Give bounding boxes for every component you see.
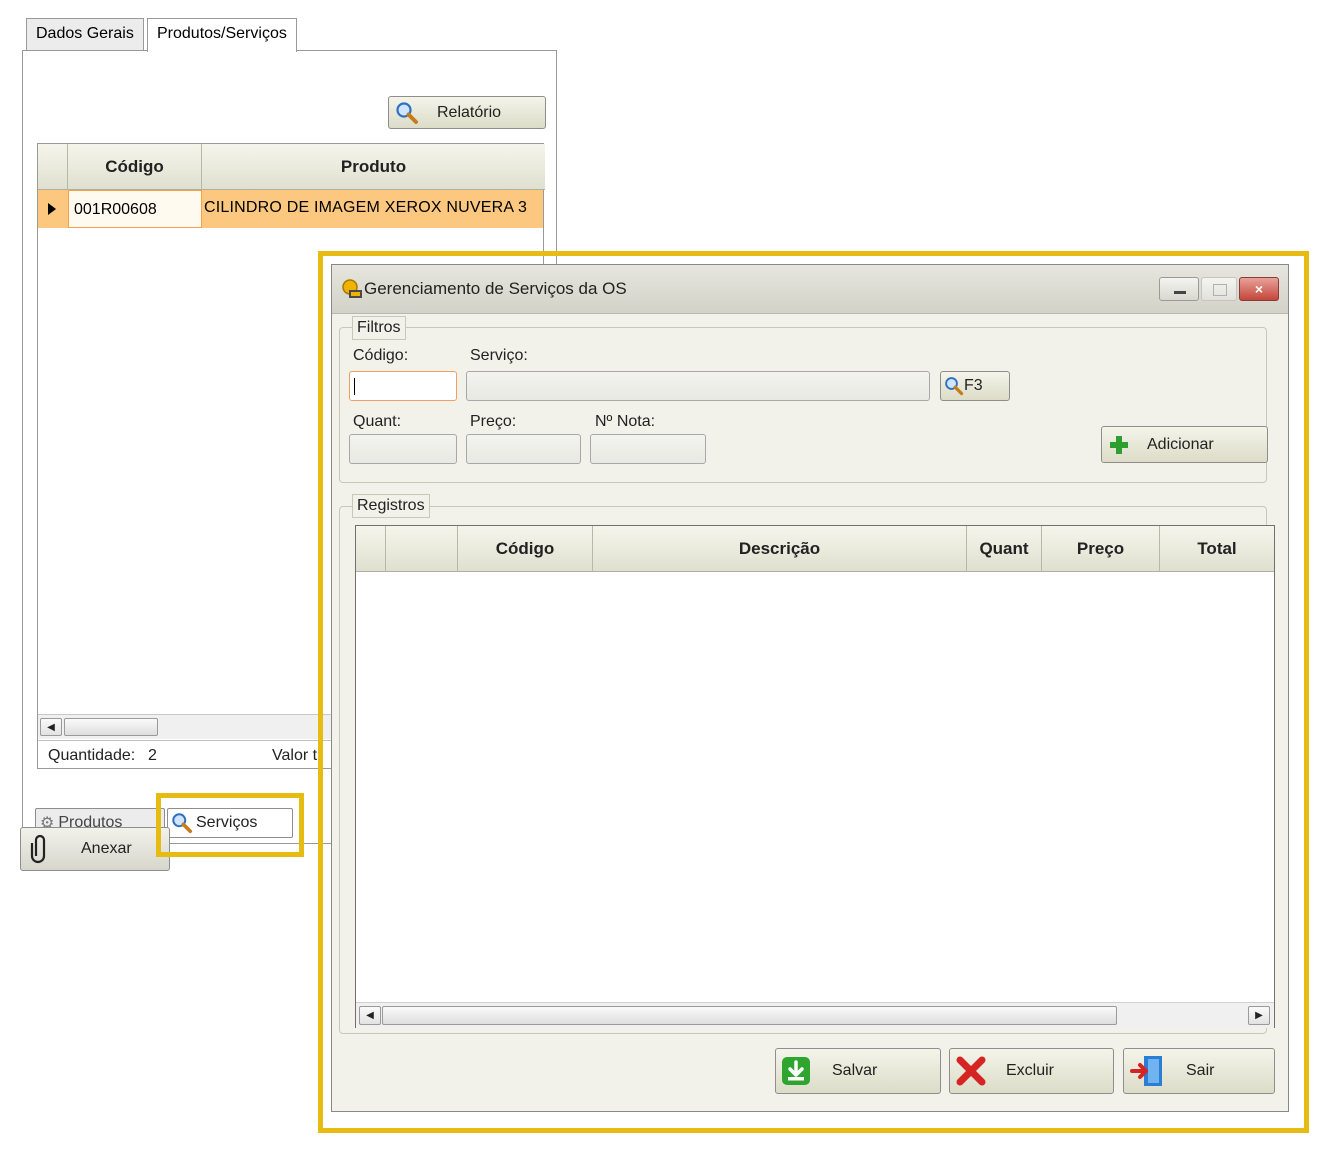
salvar-label: Salvar xyxy=(832,1062,878,1079)
servicos-tab-label: Serviços xyxy=(196,814,258,831)
preco-label: Preço: xyxy=(470,413,517,430)
column-header-codigo[interactable]: Código xyxy=(68,144,202,190)
excluir-button[interactable]: Excluir xyxy=(949,1048,1114,1094)
codigo-input[interactable] xyxy=(349,371,457,401)
dialog-title: Gerenciamento de Serviços da OS xyxy=(364,279,627,298)
servico-label: Serviço: xyxy=(470,347,528,364)
exit-door-icon xyxy=(1130,1053,1166,1089)
servicos-dialog: Gerenciamento de Serviços da OS × Filtro… xyxy=(331,264,1289,1112)
scroll-left-button[interactable]: ◀ xyxy=(40,718,62,736)
column-header-descricao[interactable]: Descrição xyxy=(593,526,967,572)
adicionar-label: Adicionar xyxy=(1147,435,1214,453)
delete-x-icon xyxy=(954,1054,988,1088)
excluir-label: Excluir xyxy=(1006,1062,1055,1079)
search-f3-label: F3 xyxy=(964,377,983,394)
nota-input[interactable] xyxy=(590,434,706,464)
plus-icon xyxy=(1108,434,1130,456)
anexar-label: Anexar xyxy=(81,840,132,857)
row-pointer-icon xyxy=(48,203,56,215)
column-header-codigo[interactable]: Código xyxy=(458,526,593,572)
servicos-tab-button[interactable]: Serviços xyxy=(167,808,293,838)
search-icon xyxy=(944,376,964,396)
relatorio-label: Relatório xyxy=(437,103,502,121)
servico-input[interactable] xyxy=(466,371,930,401)
close-button[interactable]: × xyxy=(1239,277,1279,301)
valor-total-label: Valor t xyxy=(272,747,318,764)
quantidade-value: 2 xyxy=(148,747,157,764)
scroll-right-button[interactable]: ▶ xyxy=(1248,1006,1270,1025)
cell-codigo[interactable]: 001R00608 xyxy=(68,190,202,228)
search-f3-button[interactable]: F3 xyxy=(940,371,1010,401)
column-header-action[interactable] xyxy=(386,526,458,572)
relatorio-button[interactable]: Relatório xyxy=(388,96,546,129)
row-header-column xyxy=(38,144,68,190)
scroll-thumb[interactable] xyxy=(64,718,158,736)
preco-input[interactable] xyxy=(466,434,581,464)
registros-legend: Registros xyxy=(352,494,430,518)
sair-button[interactable]: Sair xyxy=(1123,1048,1275,1094)
column-header-produto[interactable]: Produto xyxy=(202,144,545,190)
registros-grid: Código Descrição Quant Preço Total ◀ ▶ xyxy=(355,525,1275,1028)
adicionar-button[interactable]: Adicionar xyxy=(1101,426,1268,463)
tab-produtos-servicos[interactable]: Produtos/Serviços xyxy=(147,18,297,52)
paperclip-icon xyxy=(29,834,51,864)
salvar-button[interactable]: Salvar xyxy=(775,1048,941,1094)
scroll-thumb[interactable] xyxy=(382,1006,1117,1025)
background-window-edge xyxy=(1293,330,1297,1100)
search-icon xyxy=(171,812,193,834)
quantidade-label: Quantidade: xyxy=(48,747,136,764)
codigo-label: Código: xyxy=(353,347,409,364)
nota-label: Nº Nota: xyxy=(595,413,656,430)
minimize-icon xyxy=(1174,291,1186,294)
sair-label: Sair xyxy=(1186,1062,1215,1079)
app-icon xyxy=(340,277,364,301)
close-icon: × xyxy=(1254,281,1264,297)
registros-horizontal-scrollbar[interactable]: ◀ ▶ xyxy=(356,1002,1274,1028)
anexar-button[interactable]: Anexar xyxy=(20,827,170,871)
tab-dados-gerais[interactable]: Dados Gerais xyxy=(26,18,144,50)
column-header-total[interactable]: Total xyxy=(1160,526,1274,572)
filtros-legend: Filtros xyxy=(352,316,406,340)
minimize-button[interactable] xyxy=(1159,277,1199,301)
save-download-icon xyxy=(780,1055,812,1087)
quant-label: Quant: xyxy=(353,413,402,430)
column-header-quant[interactable]: Quant xyxy=(967,526,1042,572)
table-row[interactable]: 001R00608 CILINDRO DE IMAGEM XEROX NUVER… xyxy=(38,190,543,228)
column-header-select[interactable] xyxy=(356,526,386,572)
search-icon xyxy=(395,101,419,125)
text-cursor xyxy=(354,378,355,395)
cell-produto[interactable]: CILINDRO DE IMAGEM XEROX NUVERA 3 xyxy=(204,190,543,228)
maximize-button[interactable] xyxy=(1201,277,1237,301)
maximize-icon xyxy=(1213,284,1227,296)
column-header-preco[interactable]: Preço xyxy=(1042,526,1160,572)
quant-input[interactable] xyxy=(349,434,457,464)
dialog-title-bar[interactable]: Gerenciamento de Serviços da OS × xyxy=(332,265,1288,314)
scroll-left-button[interactable]: ◀ xyxy=(359,1006,381,1025)
